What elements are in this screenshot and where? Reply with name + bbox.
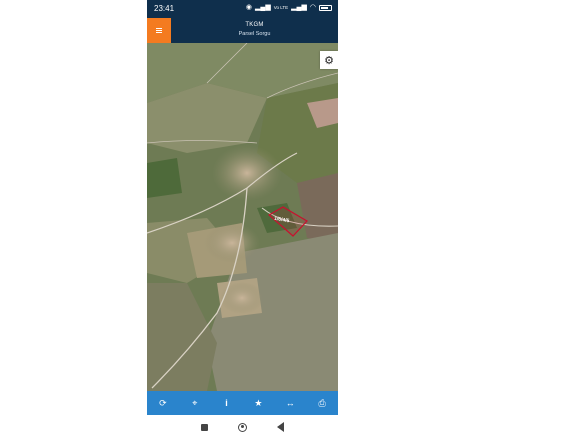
status-time: 23:41 — [154, 4, 175, 13]
satellite-map[interactable]: 1/6/4/5 ⚙ — [147, 43, 338, 391]
locate-icon: ⌖ — [192, 397, 198, 408]
info-icon: i — [225, 398, 228, 408]
back-icon[interactable] — [277, 422, 284, 432]
measure-icon: ↔ — [285, 398, 295, 408]
status-bar: 23:41 ◉ ▂▄▆ Vo LTE ▂▄▆ ◠ — [147, 0, 338, 18]
menu-icon — [156, 28, 162, 33]
status-icons: ◉ ▂▄▆ Vo LTE ▂▄▆ ◠ — [246, 3, 332, 13]
wifi-icon: ◠ — [309, 4, 316, 11]
star-icon: ★ — [254, 397, 263, 408]
alarm-icon: ◉ — [245, 4, 252, 11]
app-bar: TKGM Parsel Sorgu — [147, 18, 338, 43]
recents-icon[interactable] — [201, 423, 208, 431]
android-nav-bar — [147, 415, 338, 439]
locate-button[interactable]: ⌖ — [185, 393, 205, 413]
network-label: Vo LTE — [273, 5, 289, 10]
map-imagery — [147, 43, 338, 391]
print-icon: ⎙ — [318, 397, 326, 408]
signal-icon-2: ▂▄▆ — [291, 4, 307, 11]
favorite-button[interactable]: ★ — [248, 393, 268, 413]
bottom-toolbar: ⟳ ⌖ i ★ ↔ ⎙ — [147, 391, 338, 415]
print-button[interactable]: ⎙ — [312, 393, 332, 413]
menu-button[interactable] — [147, 18, 171, 43]
signal-icon: ▂▄▆ — [254, 4, 271, 11]
gear-icon: ⚙ — [324, 54, 334, 67]
refresh-button[interactable]: ⟳ — [153, 393, 173, 413]
phone-screen: 23:41 ◉ ▂▄▆ Vo LTE ▂▄▆ ◠ TKGM Parsel Sor… — [147, 0, 338, 439]
measure-button[interactable]: ↔ — [280, 393, 300, 413]
info-button[interactable]: i — [217, 393, 237, 413]
app-subtitle: Parsel Sorgu — [238, 31, 271, 37]
refresh-icon: ⟳ — [159, 397, 167, 408]
settings-button[interactable]: ⚙ — [320, 51, 338, 69]
home-icon[interactable] — [238, 422, 247, 432]
app-title: TKGM — [245, 22, 264, 28]
battery-icon — [319, 5, 332, 11]
